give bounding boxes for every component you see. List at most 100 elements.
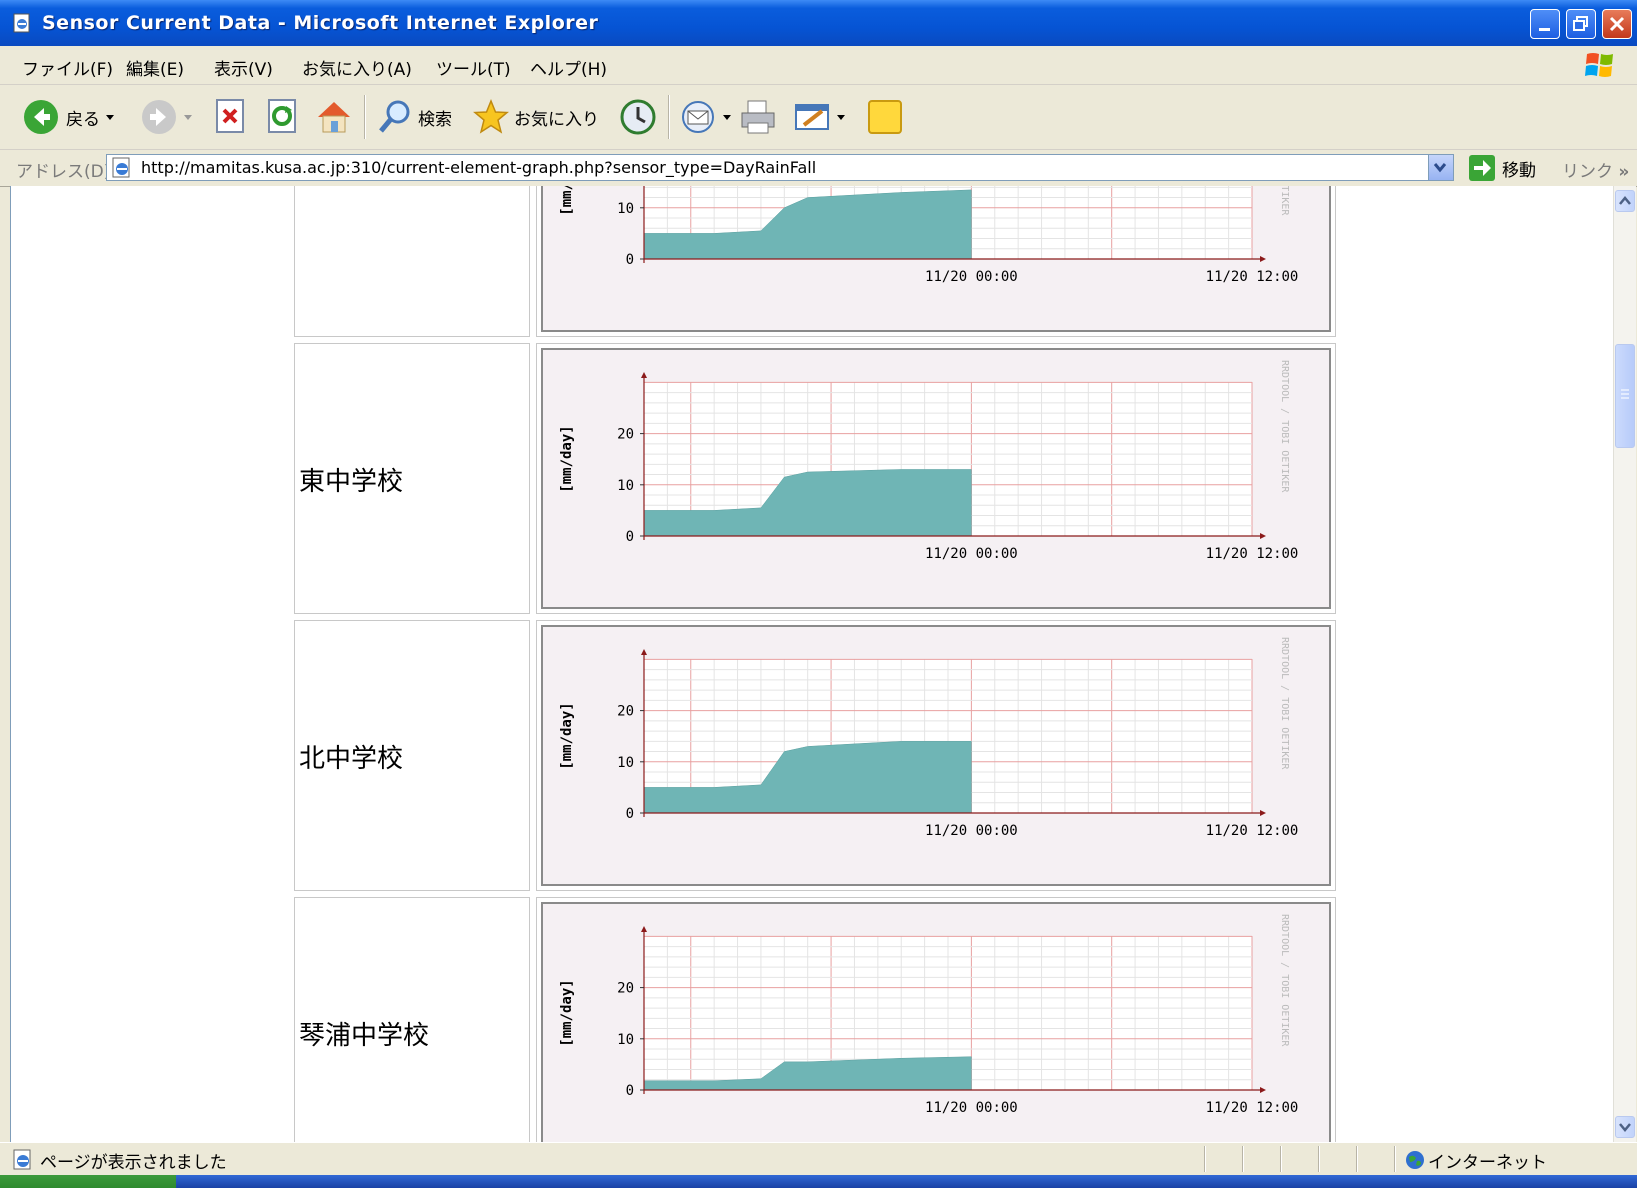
rrdtool-watermark: RRDTOOL / TOBI OETIKER — [1279, 360, 1290, 493]
go-label: 移動 — [1502, 160, 1536, 181]
rainfall-chart-svg: 0102011/20 00:0011/20 12:00[mm/day]RRDTO… — [559, 186, 1299, 285]
x-axis-arrow — [1260, 533, 1266, 539]
menu-file[interactable]: ファイル(F) — [22, 55, 113, 80]
rrdtool-watermark: RRDTOOL / TOBI OETIKER — [1279, 637, 1290, 770]
star-icon — [473, 99, 509, 134]
taskbar — [0, 1175, 1637, 1188]
edit-icon — [795, 104, 829, 130]
ie-page-icon — [13, 1149, 31, 1170]
menu-view[interactable]: 表示(V) — [214, 55, 273, 80]
y-axis-label: [mm/day] — [559, 702, 575, 769]
y-axis-arrow — [641, 372, 647, 378]
rainfall-chart-svg: 0102011/20 00:0011/20 12:00[mm/day]RRDTO… — [559, 914, 1298, 1116]
home-button[interactable] — [314, 93, 354, 141]
status-divider — [1318, 1146, 1320, 1172]
note-icon — [868, 100, 902, 134]
graph-cell: 0 10 20 11/20 00:00 11/20 12:00 [mm/day] RRDTO… — [536, 620, 1336, 891]
address-url: http://mamitas.kusa.ac.jp:310/current-el… — [141, 158, 817, 177]
links-label: リンク — [1562, 162, 1613, 182]
x-axis-arrow — [1260, 1087, 1266, 1093]
x-axis-arrow — [1260, 810, 1266, 816]
address-label: アドレス(D) — [16, 162, 111, 182]
address-dropdown-button[interactable] — [1428, 155, 1453, 180]
print-button[interactable] — [738, 93, 778, 141]
rainfall-graph: 0 10 20 11/20 00:00 11/20 12:00 [mm/day] RRDTO… — [541, 625, 1331, 886]
menu-edit[interactable]: 編集(E) — [126, 55, 184, 80]
favorites-label: お気に入り — [514, 109, 599, 130]
ie-page-icon — [112, 157, 130, 178]
chevron-down-icon — [1619, 1123, 1631, 1132]
forward-button[interactable] — [140, 93, 198, 141]
x-tick-label: 11/20 00:00 — [925, 269, 1018, 285]
security-zone: インターネット — [1428, 1153, 1547, 1173]
status-divider — [1204, 1146, 1206, 1172]
x-axis-arrow — [1260, 256, 1266, 262]
go-button[interactable]: 移動 — [1468, 154, 1536, 182]
mail-button[interactable] — [680, 93, 734, 141]
minimize-button[interactable] — [1530, 9, 1560, 39]
links-button[interactable]: リンク » — [1562, 157, 1629, 182]
chevron-down-icon — [1433, 163, 1447, 173]
station-name: 北中学校 — [299, 744, 404, 774]
y-tick-label: 10 — [617, 1032, 634, 1048]
menu-favorites[interactable]: お気に入り(A) — [302, 55, 412, 80]
toolbar-separator — [364, 95, 366, 139]
history-icon — [620, 99, 656, 135]
maximize-button[interactable] — [1566, 9, 1596, 39]
x-tick-label: 11/20 12:00 — [1206, 823, 1299, 839]
printer-icon — [741, 100, 775, 134]
rrdtool-watermark: RRDTOOL / TOBI OETIKER — [1279, 914, 1290, 1047]
windows-logo-icon — [1585, 53, 1613, 77]
start-button[interactable] — [0, 1175, 176, 1188]
y-tick-label: 0 — [626, 806, 634, 822]
address-input[interactable]: http://mamitas.kusa.ac.jp:310/current-el… — [106, 154, 1454, 181]
y-tick-label: 0 — [626, 252, 634, 268]
y-tick-label: 20 — [617, 704, 634, 720]
menu-help[interactable]: ヘルプ(H) — [530, 55, 607, 80]
chevron-right-icon: » — [1618, 162, 1630, 182]
x-tick-label: 11/20 12:00 — [1206, 269, 1299, 285]
messenger-button[interactable] — [866, 93, 904, 141]
minimize-icon — [1539, 28, 1550, 31]
refresh-icon — [268, 99, 296, 133]
graph-cell: 0 10 20 11/20 00:00 11/20 12:00 [mm/day] RRDTO… — [536, 343, 1336, 614]
vertical-scrollbar[interactable] — [1613, 186, 1636, 1142]
go-arrow-icon — [1469, 155, 1495, 181]
stop-button[interactable] — [214, 93, 248, 141]
status-divider — [1394, 1146, 1396, 1172]
status-message: ページが表示されました — [40, 1153, 227, 1173]
y-tick-label: 10 — [617, 755, 634, 771]
close-button[interactable] — [1602, 9, 1632, 39]
history-button[interactable] — [618, 93, 658, 141]
close-icon — [1609, 16, 1625, 32]
x-tick-label: 11/20 00:00 — [925, 1100, 1018, 1116]
restore-icon — [1573, 16, 1588, 31]
mail-icon — [682, 101, 714, 133]
rainfall-graph: 0 10 20 11/20 00:00 11/20 12:00 [mm/day] RRDTO… — [541, 902, 1331, 1142]
scroll-down-button[interactable] — [1615, 1116, 1635, 1138]
x-tick-label: 11/20 00:00 — [925, 546, 1018, 562]
back-button[interactable]: 戻る — [22, 93, 120, 141]
globe-icon — [1406, 1151, 1424, 1169]
scroll-up-button[interactable] — [1615, 190, 1635, 212]
title-bar: Sensor Current Data - Microsoft Internet… — [0, 0, 1637, 46]
y-axis-label: [mm/day] — [559, 979, 575, 1046]
search-button[interactable]: 検索 — [376, 93, 452, 141]
station-cell: 東中学校 — [294, 343, 530, 614]
favorites-button[interactable]: お気に入り — [472, 93, 599, 141]
page-content[interactable]: 0 10 20 11/20 00:00 11/20 12:00 [mm/day] RRDTO… — [10, 186, 1614, 1142]
station-name: 琴浦中学校 — [299, 1021, 430, 1051]
status-divider — [1280, 1146, 1282, 1172]
home-icon — [318, 102, 350, 133]
y-tick-label: 0 — [626, 1083, 634, 1099]
rainfall-graph: 0 10 20 11/20 00:00 11/20 12:00 [mm/day] RRDTO… — [541, 348, 1331, 609]
scroll-thumb[interactable] — [1615, 344, 1635, 448]
x-tick-label: 11/20 00:00 — [925, 823, 1018, 839]
graph-cell: 0 10 20 11/20 00:00 11/20 12:00 [mm/day] RRDTO… — [536, 897, 1336, 1142]
y-tick-label: 20 — [617, 981, 634, 997]
toolbar-separator — [668, 95, 670, 139]
edit-button[interactable] — [792, 93, 848, 141]
refresh-button[interactable] — [266, 93, 300, 141]
menu-tools[interactable]: ツール(T) — [436, 55, 511, 80]
status-divider — [1356, 1146, 1358, 1172]
